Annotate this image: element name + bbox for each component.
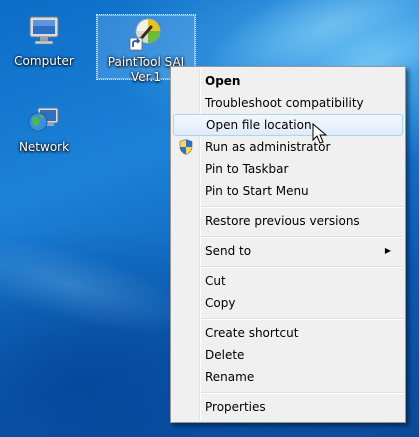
menu-item-label: Send to <box>205 244 252 258</box>
menu-item-label: Cut <box>205 274 226 288</box>
menu-item-pin-to-start-menu[interactable]: Pin to Start Menu <box>173 180 403 202</box>
menu-item-label: Pin to Taskbar <box>205 162 289 176</box>
painttool-sai-icon <box>129 18 161 51</box>
desktop-icon-computer[interactable]: Computer <box>1 14 87 69</box>
menu-separator <box>201 236 403 238</box>
menu-item-label: Pin to Start Menu <box>205 184 309 198</box>
mouse-cursor-icon <box>312 123 328 144</box>
menu-item-create-shortcut[interactable]: Create shortcut <box>173 322 403 344</box>
uac-shield-icon <box>179 139 193 155</box>
menu-separator <box>201 266 403 268</box>
desktop-icon-label: Computer <box>14 54 74 68</box>
menu-separator <box>201 392 403 394</box>
menu-item-label: Delete <box>205 348 245 362</box>
menu-item-rename[interactable]: Rename <box>173 366 403 388</box>
menu-item-label: Troubleshoot compatibility <box>205 96 364 110</box>
menu-item-properties[interactable]: Properties <box>173 396 403 418</box>
menu-item-pin-to-taskbar[interactable]: Pin to Taskbar <box>173 158 403 180</box>
menu-item-delete[interactable]: Delete <box>173 344 403 366</box>
menu-item-copy[interactable]: Copy <box>173 292 403 314</box>
menu-item-troubleshoot-compatibility[interactable]: Troubleshoot compatibility <box>173 92 403 114</box>
menu-item-label: Properties <box>205 400 266 414</box>
menu-item-run-as-administrator[interactable]: Run as administrator <box>173 136 403 158</box>
menu-item-label: Create shortcut <box>205 326 299 340</box>
menu-separator <box>201 206 403 208</box>
context-menu: Open Troubleshoot compatibility Open fil… <box>170 66 406 423</box>
menu-item-restore-previous-versions[interactable]: Restore previous versions <box>173 210 403 232</box>
desktop-icon-network[interactable]: Network <box>1 102 87 155</box>
menu-item-label: Restore previous versions <box>205 214 360 228</box>
menu-item-label: Open <box>205 74 241 88</box>
menu-item-open[interactable]: Open <box>173 70 403 92</box>
network-icon <box>28 107 59 132</box>
menu-item-label: Open file location <box>206 118 312 132</box>
menu-item-cut[interactable]: Cut <box>173 270 403 292</box>
menu-separator <box>201 318 403 320</box>
chevron-right-icon: ▶ <box>384 246 391 255</box>
menu-item-label: Copy <box>205 296 236 310</box>
menu-item-open-file-location[interactable]: Open file location <box>173 114 403 136</box>
menu-item-send-to[interactable]: Send to ▶ <box>173 240 403 262</box>
desktop-icon-label: Network <box>18 140 70 154</box>
menu-item-label: Rename <box>205 370 255 384</box>
computer-icon <box>29 16 59 45</box>
